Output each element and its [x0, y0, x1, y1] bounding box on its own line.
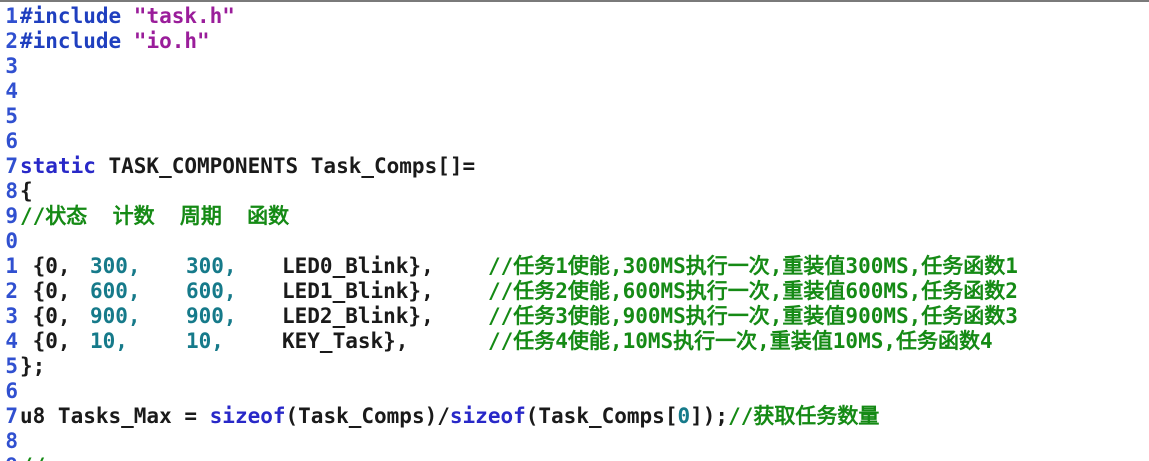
line-number: 3	[5, 54, 18, 78]
code-text: #include "task.h"	[20, 4, 235, 29]
code-token-plain: TASK_COMPONENTS Task_Comps[]=	[95, 154, 476, 178]
code-token-plain: LED2_Blink},	[282, 304, 434, 328]
code-token-plain: {0,	[20, 304, 71, 328]
code-line[interactable]: 3 {0, 900, 900, LED2_Blink}, //任务3使能,900MS执行…	[0, 304, 1149, 329]
code-token-comment: //--------------------------------------…	[20, 454, 1149, 461]
code-text: {	[20, 179, 33, 204]
line-number: 7	[5, 154, 18, 178]
code-token-plain: KEY_Task},	[282, 329, 409, 353]
code-token-plain: ]);	[690, 404, 729, 428]
code-token-number: 10,	[90, 329, 128, 353]
code-token-keyword: sizeof	[449, 404, 526, 428]
code-text: u8 Tasks_Max = sizeof(Task_Comps)/sizeof…	[20, 404, 879, 429]
code-line[interactable]: 1 {0, 300, 300, LED0_Blink}, //任务1使能,300MS执行…	[0, 254, 1149, 279]
code-token-number: 600,	[186, 279, 237, 303]
code-text: };	[20, 354, 45, 379]
code-token-keyword: sizeof	[209, 404, 286, 428]
code-token-plain: {0,	[20, 279, 71, 303]
code-line[interactable]: 2 #include "io.h"	[0, 29, 1149, 54]
code-line[interactable]: 6	[0, 129, 1149, 154]
line-number: 1	[5, 254, 18, 278]
code-token-plain: u8 Tasks_Max =	[20, 404, 210, 428]
code-token-number: 0	[677, 404, 691, 428]
code-line[interactable]: 6	[0, 379, 1149, 404]
line-number: 4	[5, 79, 18, 103]
code-line[interactable]: 8{	[0, 179, 1149, 204]
code-token-number: 900,	[186, 304, 237, 328]
code-token-plain: {0,	[20, 254, 71, 278]
code-token-number: 900,	[90, 304, 141, 328]
code-token-preprocessor: #include	[20, 4, 134, 28]
code-line[interactable]: 5};	[0, 354, 1149, 379]
code-token-plain: (Task_Comps[	[525, 404, 678, 428]
code-token-number: 300,	[186, 254, 237, 278]
code-token-string: "io.h"	[133, 29, 210, 53]
code-token-preprocessor: #include	[20, 29, 134, 53]
code-line[interactable]: 9//状态 计数 周期 函数	[0, 204, 1149, 229]
line-number: 1	[5, 4, 18, 28]
line-number: 9	[0, 454, 18, 461]
line-number: 6	[5, 379, 18, 403]
code-token-number: 10,	[186, 329, 224, 353]
code-line[interactable]: 9//-------------------------------------…	[0, 454, 1149, 461]
code-token-keyword: static	[20, 154, 96, 178]
line-number: 8	[5, 429, 18, 453]
code-line[interactable]: 1 #include "task.h"	[0, 4, 1149, 29]
code-token-number: 300,	[90, 254, 141, 278]
code-token-comment: //任务3使能,900MS执行一次,重装值900MS,任务函数3	[488, 304, 1018, 328]
code-line[interactable]: 2 {0, 600, 600, LED1_Blink}, //任务2使能,600MS执行…	[0, 279, 1149, 304]
code-line[interactable]: 7 static TASK_COMPONENTS Task_Comps[]=	[0, 154, 1149, 179]
code-token-comment: //状态 计数 周期 函数	[20, 204, 290, 228]
code-token-plain: {0,	[20, 329, 71, 353]
code-token-plain: LED1_Blink},	[282, 279, 434, 303]
code-line[interactable]: 4	[0, 79, 1149, 104]
line-number: 2	[5, 279, 18, 303]
line-number: 5	[5, 354, 18, 378]
line-number: 0	[5, 229, 18, 253]
line-number: 7	[5, 404, 18, 428]
code-text: #include "io.h"	[20, 29, 210, 54]
code-token-comment: //任务4使能,10MS执行一次,重装值10MS,任务函数4	[488, 329, 993, 353]
code-text: //--------------------------------------…	[20, 454, 1149, 461]
code-text: static TASK_COMPONENTS Task_Comps[]=	[20, 154, 475, 179]
code-line[interactable]: 8	[0, 429, 1149, 454]
line-number: 8	[5, 179, 18, 203]
code-editor[interactable]: 1 #include "task.h" 2 #include "io.h" 3 4 5 6 7 s…	[0, 0, 1149, 461]
code-token-plain: LED0_Blink},	[282, 254, 434, 278]
code-line[interactable]: 7 u8 Tasks_Max = sizeof(Task_Comps)/sizeo…	[0, 404, 1149, 429]
code-token-plain: };	[20, 354, 46, 378]
code-token-comment: //任务1使能,300MS执行一次,重装值300MS,任务函数1	[488, 254, 1018, 278]
line-number: 6	[5, 129, 18, 153]
code-token-number: 600,	[90, 279, 141, 303]
code-line[interactable]: 4 {0, 10, 10, KEY_Task}, //任务4使能,10MS执行一次,重装…	[0, 329, 1149, 354]
code-token-string: "task.h"	[133, 4, 235, 28]
code-token-comment: //获取任务数量	[728, 404, 880, 428]
code-text: //状态 计数 周期 函数	[20, 204, 289, 229]
code-line[interactable]: 5	[0, 104, 1149, 129]
code-token-plain: {	[20, 179, 33, 203]
line-number: 9	[5, 204, 18, 228]
code-line[interactable]: 3	[0, 54, 1149, 79]
line-number: 5	[5, 104, 18, 128]
line-number: 3	[5, 304, 18, 328]
line-number: 2	[5, 29, 18, 53]
code-line[interactable]: 0	[0, 229, 1149, 254]
code-token-plain: (Task_Comps)/	[285, 404, 450, 428]
line-number: 4	[5, 329, 18, 353]
code-token-comment: //任务2使能,600MS执行一次,重装值600MS,任务函数2	[488, 279, 1018, 303]
